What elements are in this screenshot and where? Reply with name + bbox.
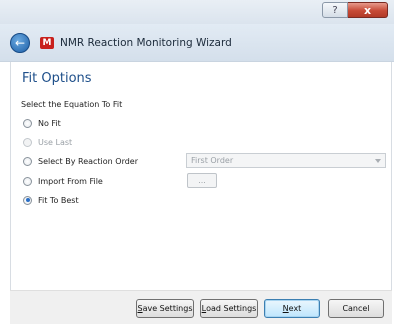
fit-to-best-label: Fit To Best (38, 195, 79, 205)
wizard-header: ← M NMR Reaction Monitoring Wizard (0, 24, 394, 62)
load-settings-label: oad Settings (206, 304, 257, 313)
window-titlebar: ? x (0, 0, 394, 24)
load-settings-button[interactable]: Load Settings (200, 299, 258, 318)
save-settings-label: ave Settings (142, 304, 193, 313)
next-button[interactable]: Next (264, 299, 320, 318)
select-by-order-label: Select By Reaction Order (38, 156, 139, 166)
help-button[interactable]: ? (322, 2, 348, 18)
import-from-file-radio[interactable] (23, 176, 32, 186)
reaction-order-dropdown[interactable]: First Order (186, 153, 386, 168)
reaction-order-value: First Order (191, 156, 234, 165)
fit-to-best-radio[interactable] (23, 195, 32, 205)
use-last-label: Use Last (38, 137, 73, 147)
cancel-button[interactable]: Cancel (328, 299, 384, 318)
save-settings-button[interactable]: Save Settings (136, 299, 194, 318)
browse-file-button[interactable]: ... (187, 173, 217, 188)
cancel-label: Cancel (342, 304, 370, 313)
option-select-by-order[interactable]: Select By Reaction Order (23, 155, 138, 167)
import-from-file-label: Import From File (38, 176, 103, 186)
select-by-order-radio[interactable] (23, 156, 32, 166)
back-button[interactable]: ← (10, 33, 30, 53)
option-fit-to-best[interactable]: Fit To Best (23, 194, 79, 206)
use-last-radio[interactable] (23, 137, 32, 147)
option-import-from-file[interactable]: Import From File (23, 175, 103, 187)
page-title: Fit Options (22, 71, 92, 86)
no-fit-radio[interactable] (23, 118, 32, 128)
close-button[interactable]: x (348, 2, 388, 18)
no-fit-label: No Fit (38, 118, 61, 128)
equation-subheading: Select the Equation To Fit (21, 100, 123, 109)
window-controls: ? x (322, 2, 388, 18)
chevron-down-icon (375, 159, 381, 163)
next-label: ext (288, 304, 302, 313)
wizard-title: NMR Reaction Monitoring Wizard (60, 37, 232, 49)
option-use-last[interactable]: Use Last (23, 136, 72, 148)
back-arrow-icon: ← (14, 36, 26, 50)
option-no-fit[interactable]: No Fit (23, 117, 61, 129)
app-logo-icon: M (40, 37, 54, 49)
